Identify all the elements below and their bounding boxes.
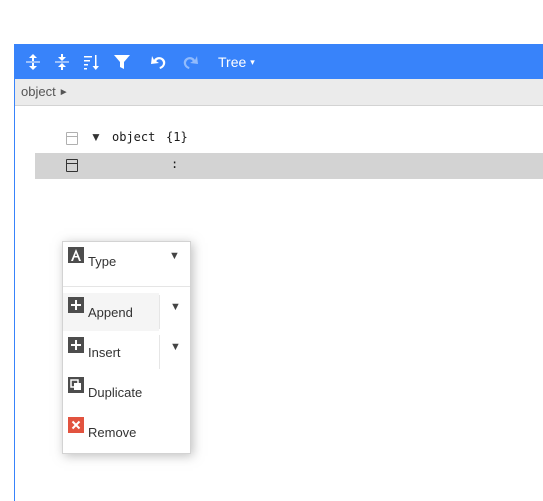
tree-row-root: ▼ object {1} bbox=[15, 125, 543, 151]
chevron-down-icon: ▾ bbox=[250, 57, 255, 67]
append-submenu-button[interactable]: ▼ bbox=[159, 295, 191, 329]
chevron-down-icon: ▼ bbox=[170, 301, 181, 313]
context-menu-handle-icon[interactable] bbox=[66, 159, 78, 172]
breadcrumb-bar: object ► bbox=[15, 79, 543, 106]
plus-icon bbox=[68, 337, 84, 353]
expand-all-icon[interactable] bbox=[21, 50, 45, 74]
menu-item-remove[interactable]: Remove bbox=[63, 413, 190, 451]
plus-icon bbox=[68, 297, 84, 313]
context-menu: Type ▼ Append ▼ Insert ▼ Duplicate Remov… bbox=[62, 241, 191, 454]
menu-item-duplicate[interactable]: Duplicate bbox=[63, 373, 190, 411]
menu-bar: Tree ▾ bbox=[15, 44, 543, 79]
field-name: object bbox=[112, 130, 156, 144]
menu-item-append[interactable]: Append ▼ bbox=[63, 293, 190, 331]
insert-submenu-button[interactable]: ▼ bbox=[159, 335, 191, 369]
remove-icon bbox=[68, 417, 84, 433]
key-value-separator: : bbox=[171, 157, 179, 171]
type-icon bbox=[68, 247, 84, 263]
menu-item-duplicate-label: Duplicate bbox=[88, 385, 143, 400]
tree-view: ▼ object {1} : Type ▼ Append ▼ Insert ▼ … bbox=[15, 106, 543, 501]
menu-item-insert-label: Insert bbox=[88, 345, 121, 360]
collapse-all-icon[interactable] bbox=[50, 50, 74, 74]
filter-icon[interactable] bbox=[110, 50, 134, 74]
duplicate-icon bbox=[68, 377, 84, 393]
drag-handle-icon[interactable] bbox=[66, 132, 78, 145]
tree-row-child-selected[interactable]: : bbox=[35, 153, 543, 179]
chevron-down-icon: ▼ bbox=[169, 250, 180, 262]
mode-dropdown[interactable]: Tree ▾ bbox=[218, 52, 255, 72]
mode-label: Tree bbox=[218, 54, 247, 70]
undo-icon[interactable] bbox=[147, 50, 171, 74]
menu-divider bbox=[63, 286, 190, 287]
arrow-right-icon[interactable]: ► bbox=[59, 87, 69, 98]
type-submenu-button[interactable]: ▼ bbox=[159, 244, 190, 278]
breadcrumb[interactable]: object ► bbox=[21, 84, 69, 99]
menu-item-append-label: Append bbox=[88, 305, 133, 320]
menu-item-type-label: Type bbox=[88, 254, 117, 269]
redo-icon[interactable] bbox=[178, 50, 202, 74]
menu-item-remove-label: Remove bbox=[88, 425, 137, 440]
menu-item-type[interactable]: Type ▼ bbox=[63, 242, 190, 286]
child-count: {1} bbox=[166, 130, 188, 144]
expand-toggle-icon[interactable]: ▼ bbox=[90, 130, 102, 144]
breadcrumb-item-object[interactable]: object bbox=[21, 84, 56, 99]
chevron-down-icon: ▼ bbox=[170, 341, 181, 353]
json-editor: Tree ▾ object ► ▼ object {1} : Type ▼ Ap… bbox=[14, 44, 543, 501]
sort-icon[interactable] bbox=[79, 50, 103, 74]
menu-item-insert[interactable]: Insert ▼ bbox=[63, 333, 190, 371]
